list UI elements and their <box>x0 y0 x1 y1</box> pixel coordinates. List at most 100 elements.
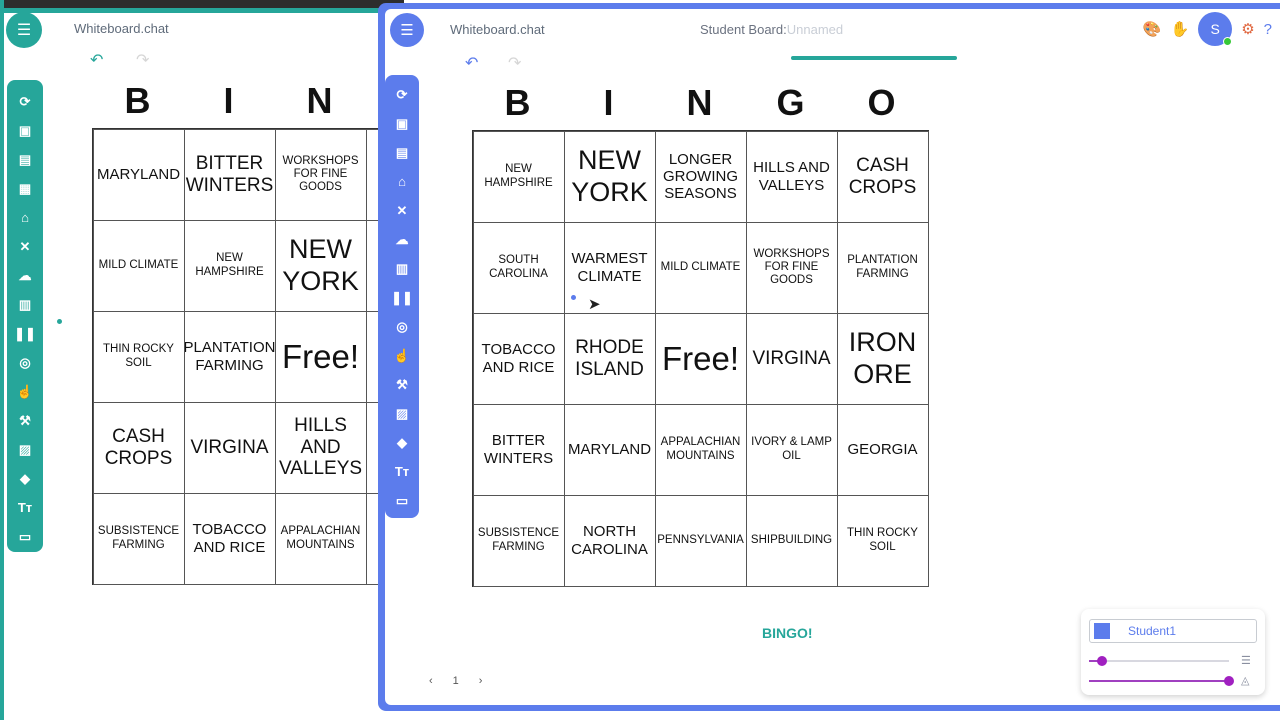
opacity-knob[interactable] <box>1224 676 1234 686</box>
cloud-upload-icon[interactable]: ☁ <box>13 264 37 287</box>
gear-icon[interactable]: ⚙ <box>1241 20 1254 38</box>
avatar-letter: S <box>1210 21 1220 37</box>
images-icon[interactable]: ▤ <box>390 141 414 164</box>
palette-icon[interactable]: 🎨 <box>1143 20 1162 38</box>
cursor-icon: ➤ <box>588 296 601 313</box>
bingo-cell[interactable]: PLANTATION FARMING <box>836 221 929 314</box>
menu-icon[interactable]: ☰ <box>390 13 424 47</box>
student-name-field[interactable]: Student1 <box>1089 619 1257 643</box>
image-icon[interactable]: ▨ <box>13 438 37 461</box>
bingo-cell[interactable]: SUBSISTENCE FARMING <box>472 494 565 587</box>
bingo-cell[interactable]: BITTER WINTERS <box>472 403 565 496</box>
bingo-button[interactable]: BINGO! <box>762 625 813 641</box>
bingo-cell[interactable]: MARYLAND <box>92 128 185 221</box>
next-page-icon[interactable]: › <box>479 675 483 687</box>
bingo-cell[interactable]: TOBACCO AND RICE <box>183 492 276 585</box>
pause-icon[interactable]: ❚❚ <box>13 322 37 345</box>
bingo-cell[interactable]: APPALACHIAN MOUNTAINS <box>274 492 367 585</box>
image-icon[interactable]: ▨ <box>390 402 414 425</box>
bingo-cell[interactable]: NEW YORK <box>274 219 367 312</box>
student-panel: Student1 ☰ ◬ <box>1081 609 1265 695</box>
redo-icon[interactable]: ↷ <box>136 50 149 70</box>
bingo-cell[interactable]: GEORGIA <box>836 403 929 496</box>
bingo-cell[interactable]: TOBACCO AND RICE <box>472 312 565 405</box>
bingo-cell[interactable]: SOUTH CAROLINA <box>472 221 565 314</box>
line-width-icon: ☰ <box>1241 655 1251 667</box>
wrench-icon[interactable]: ⚒ <box>13 409 37 432</box>
bingo-letter: N <box>686 82 713 123</box>
bingo-cell[interactable]: IVORY & LAMP OIL <box>745 403 838 496</box>
bingo-cell[interactable]: NEW HAMPSHIRE <box>183 219 276 312</box>
bingo-cell[interactable]: CASH CROPS <box>836 130 929 223</box>
screen-icon[interactable]: ▭ <box>390 489 414 512</box>
raise-hand-icon[interactable]: ✋ <box>1171 20 1190 38</box>
bingo-cell[interactable]: BITTER WINTERS <box>183 128 276 221</box>
bingo-cell[interactable]: MARYLAND <box>563 403 656 496</box>
bingo-cell[interactable]: RHODE ISLAND <box>563 312 656 405</box>
bingo-cell[interactable]: MILD CLIMATE <box>92 219 185 312</box>
bingo-cell[interactable]: WORKSHOPS FOR FINE GOODS <box>745 221 838 314</box>
undo-icon[interactable]: ↶ <box>90 50 103 70</box>
bingo-cell[interactable]: HILLS AND VALLEYS <box>745 130 838 223</box>
touch-icon[interactable]: ◎ <box>13 351 37 374</box>
wrench-icon[interactable]: ⚒ <box>390 373 414 396</box>
redo-icon[interactable]: ↷ <box>508 53 521 73</box>
bingo-cell[interactable]: NEW YORK <box>563 130 656 223</box>
undo-icon[interactable]: ↶ <box>465 53 478 73</box>
images-icon[interactable]: ▤ <box>13 148 37 171</box>
student-board-name[interactable]: Unnamed <box>787 22 843 37</box>
bingo-cell[interactable]: CASH CROPS <box>92 401 185 494</box>
color-swatch[interactable] <box>1094 623 1110 639</box>
bingo-cell[interactable]: HILLS AND VALLEYS <box>274 401 367 494</box>
bingo-cell[interactable]: VIRGINA <box>183 401 276 494</box>
pen-size-slider[interactable] <box>1089 656 1229 666</box>
save-icon[interactable]: ▣ <box>390 112 414 135</box>
hand-icon[interactable]: ☝ <box>13 380 37 403</box>
save-icon[interactable]: ▣ <box>13 119 37 142</box>
help-icon[interactable]: ? <box>1264 21 1272 38</box>
eraser-icon[interactable]: ◆ <box>390 431 414 454</box>
bingo-cell[interactable]: PENNSYLVANIA <box>654 494 747 587</box>
student-board-canvas: ☰ Whiteboard.chat Student Board:Unnamed … <box>385 9 1280 705</box>
bingo-cell[interactable]: WARMEST CLIMATE <box>563 221 656 314</box>
grid-icon[interactable]: ▦ <box>13 177 37 200</box>
bingo-cell[interactable]: IRON ORE <box>836 312 929 405</box>
bingo-cell[interactable]: LONGER GROWING SEASONS <box>654 130 747 223</box>
refresh-icon[interactable]: ⟳ <box>13 90 37 113</box>
bingo-cell[interactable]: THIN ROCKY SOIL <box>92 310 185 403</box>
home-icon[interactable]: ⌂ <box>390 170 414 193</box>
pen-size-knob[interactable] <box>1096 656 1107 666</box>
hand-icon[interactable]: ☝ <box>390 344 414 367</box>
bingo-cell[interactable]: NEW HAMPSHIRE <box>472 130 565 223</box>
text-icon[interactable]: Tт <box>390 460 414 483</box>
pause-icon[interactable]: ❚❚ <box>390 286 414 309</box>
text-icon[interactable]: Tт <box>13 496 37 519</box>
close-icon[interactable]: ✕ <box>13 235 37 258</box>
screen-icon[interactable]: ▭ <box>13 525 37 548</box>
cloud-upload-icon[interactable]: ☁ <box>390 228 414 251</box>
bingo-cell[interactable]: MILD CLIMATE <box>654 221 747 314</box>
opacity-slider[interactable] <box>1089 676 1234 686</box>
bingo-cell-free[interactable]: Free! <box>274 310 367 403</box>
book-icon[interactable]: ▥ <box>390 257 414 280</box>
bingo-cell[interactable]: THIN ROCKY SOIL <box>836 494 929 587</box>
home-icon[interactable]: ⌂ <box>13 206 37 229</box>
bingo-cell[interactable]: VIRGINA <box>745 312 838 405</box>
close-icon[interactable]: ✕ <box>390 199 414 222</box>
bingo-cell-free[interactable]: Free! <box>654 312 747 405</box>
refresh-icon[interactable]: ⟳ <box>390 83 414 106</box>
touch-icon[interactable]: ◎ <box>390 315 414 338</box>
bingo-cell[interactable]: APPALACHIAN MOUNTAINS <box>654 403 747 496</box>
prev-page-icon[interactable]: ‹ <box>429 675 433 687</box>
bingo-cell[interactable]: WORKSHOPS FOR FINE GOODS <box>274 128 367 221</box>
avatar[interactable]: S <box>1198 12 1233 46</box>
bingo-cell[interactable]: SUBSISTENCE FARMING <box>92 492 185 585</box>
book-icon[interactable]: ▥ <box>13 293 37 316</box>
bingo-cell[interactable]: SHIPBUILDING <box>745 494 838 587</box>
eraser-icon[interactable]: ◆ <box>13 467 37 490</box>
bingo-cell[interactable]: PLANTATION FARMING <box>183 310 276 403</box>
opacity-icon: ◬ <box>1241 675 1250 687</box>
page-number: 1 <box>452 675 459 687</box>
bingo-cell[interactable]: NORTH CAROLINA <box>563 494 656 587</box>
menu-icon[interactable]: ☰ <box>6 12 42 48</box>
